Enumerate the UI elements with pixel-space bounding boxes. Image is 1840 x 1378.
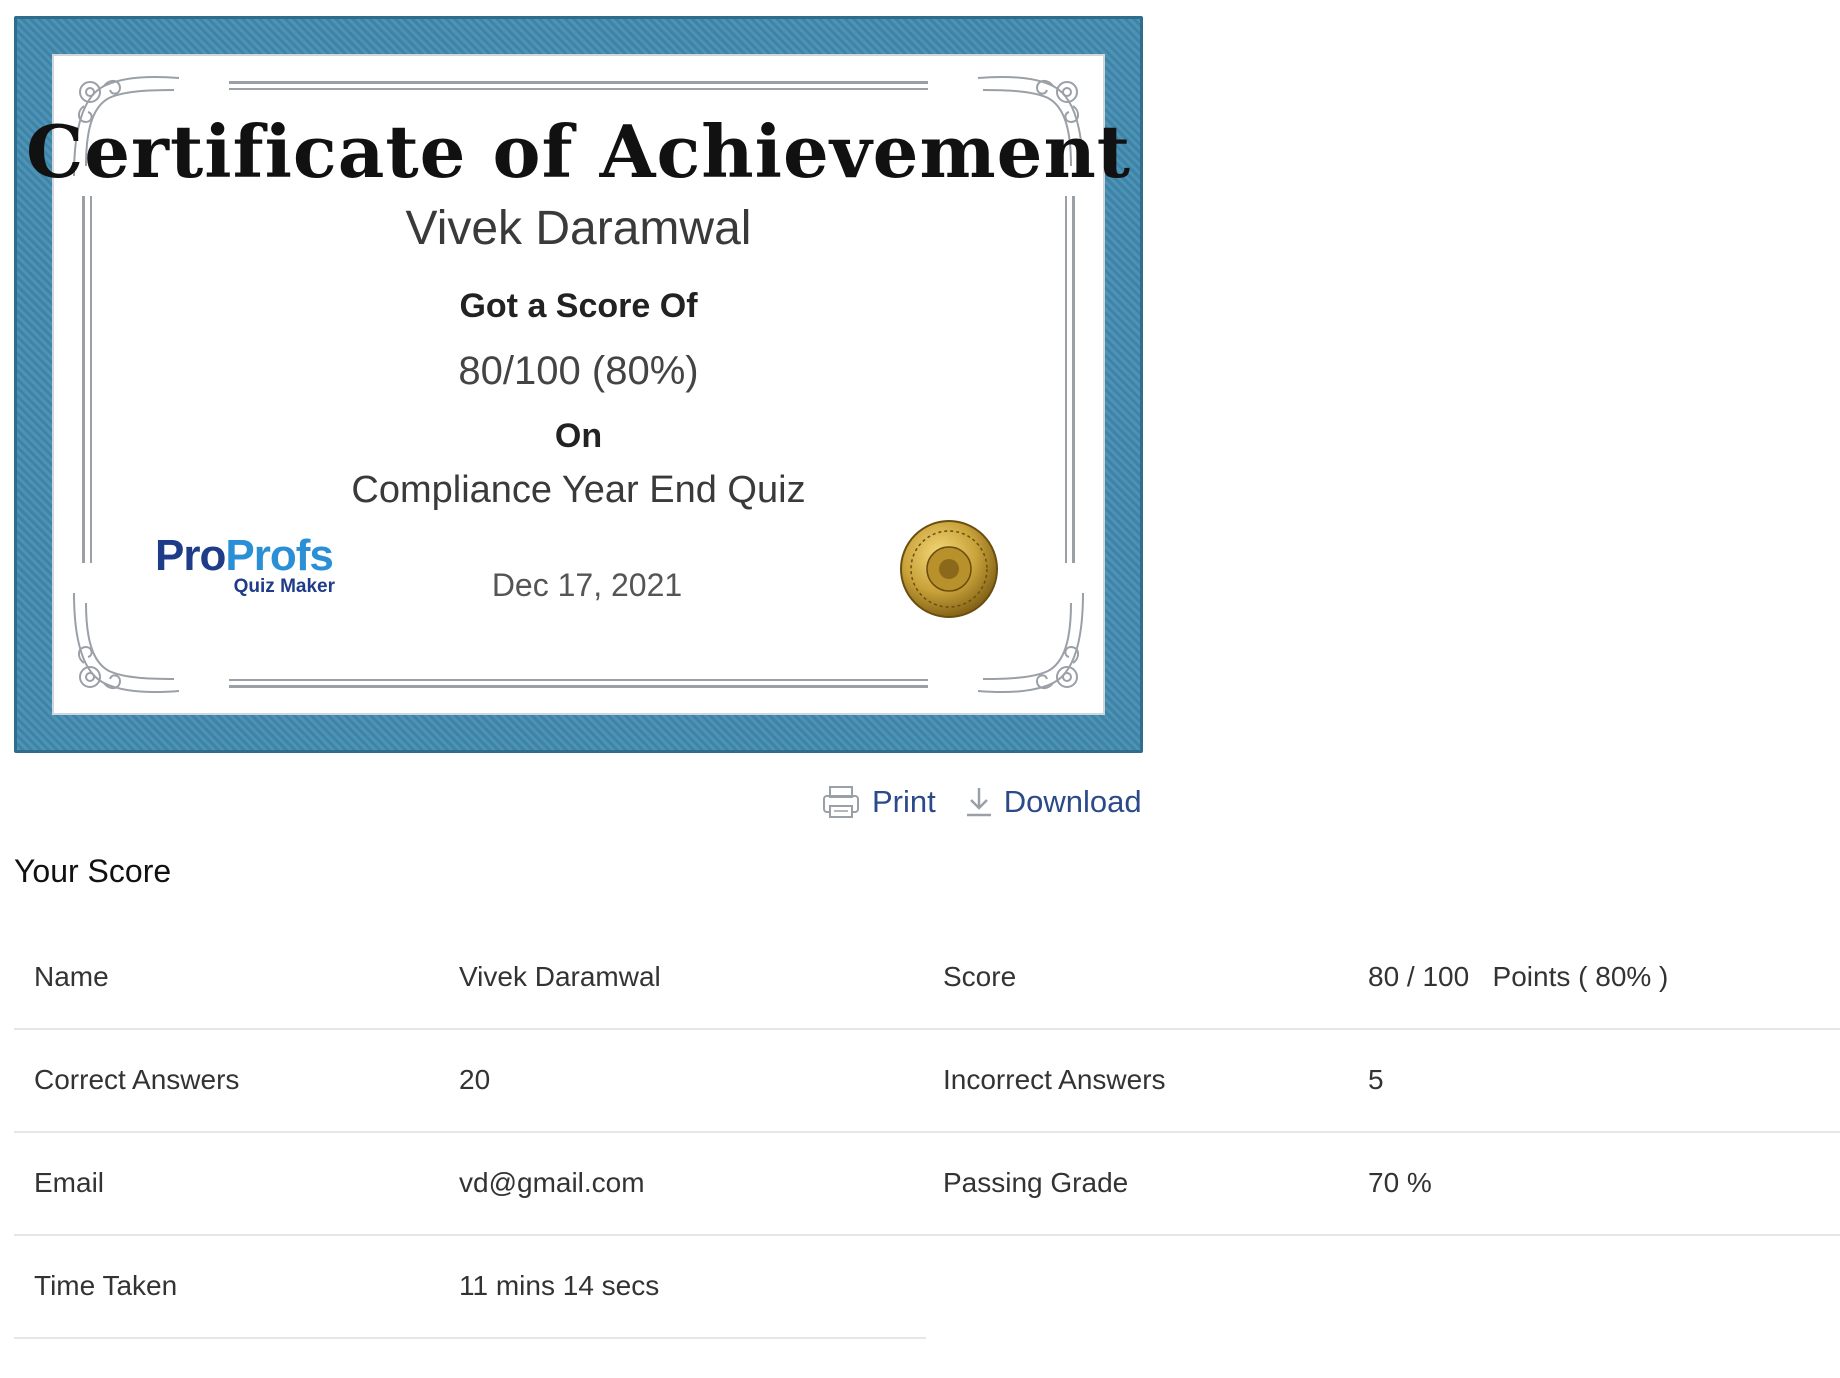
corner-ornament-icon bbox=[73, 592, 180, 694]
row-label: Score bbox=[943, 961, 1017, 992]
certificate-on-label: On bbox=[554, 417, 603, 455]
row-value: 70 % bbox=[1368, 1167, 1432, 1198]
logo-primary: Pro bbox=[155, 531, 226, 580]
row-label: Name bbox=[34, 961, 109, 992]
download-label: Download bbox=[1003, 784, 1142, 819]
certificate-recipient: Vivek Daramwal bbox=[405, 202, 752, 255]
border-rule bbox=[229, 81, 928, 84]
row-label: Passing Grade bbox=[943, 1167, 1129, 1198]
row-value: 20 bbox=[459, 1064, 491, 1095]
table-row: Email vd@gmail.com Passing Grade 70 % bbox=[14, 1131, 1840, 1236]
certificate-date: Dec 17, 2021 bbox=[491, 567, 683, 603]
certificate-score-prefix: Got a Score Of bbox=[459, 287, 698, 325]
gold-seal-icon bbox=[900, 520, 998, 618]
your-score-heading: Your Score bbox=[14, 853, 172, 889]
print-label: Print bbox=[872, 784, 936, 819]
row-label: Email bbox=[34, 1167, 105, 1198]
certificate-title: Certificate of Achievement bbox=[25, 109, 1132, 194]
table-row: Correct Answers 20 Incorrect Answers 5 bbox=[14, 1028, 1840, 1133]
row-value: 11 mins 14 secs bbox=[459, 1270, 660, 1301]
certificate-actions: Print Download bbox=[820, 782, 1142, 822]
border-rule bbox=[229, 88, 928, 90]
row-value: Vivek Daramwal bbox=[459, 961, 661, 992]
printer-icon bbox=[823, 786, 859, 818]
certificate: Certificate of Achievement Vivek Daramwa… bbox=[14, 16, 1143, 753]
row-value: vd@gmail.com bbox=[459, 1167, 645, 1198]
logo-secondary: Profs bbox=[225, 531, 333, 580]
certificate-score: 80/100 (80%) bbox=[458, 349, 699, 393]
download-button[interactable]: Download bbox=[964, 784, 1142, 820]
row-label: Incorrect Answers bbox=[943, 1064, 1166, 1095]
row-value: 5 bbox=[1368, 1064, 1384, 1095]
row-label: Time Taken bbox=[34, 1270, 178, 1301]
row-label: Correct Answers bbox=[34, 1064, 240, 1095]
print-button[interactable]: Print bbox=[820, 784, 936, 820]
row-value: 80 / 100 Points ( 80% ) bbox=[1368, 961, 1669, 992]
proprofs-logo: ProProfs Quiz Maker bbox=[155, 534, 355, 598]
table-row: Time Taken 11 mins 14 secs bbox=[14, 1234, 926, 1339]
border-rule bbox=[229, 685, 928, 688]
table-row: Name Vivek Daramwal Score 80 / 100 Point… bbox=[14, 925, 1840, 1030]
download-icon bbox=[966, 788, 991, 817]
certificate-quiz-name: Compliance Year End Quiz bbox=[351, 469, 806, 511]
border-rule bbox=[229, 679, 928, 681]
